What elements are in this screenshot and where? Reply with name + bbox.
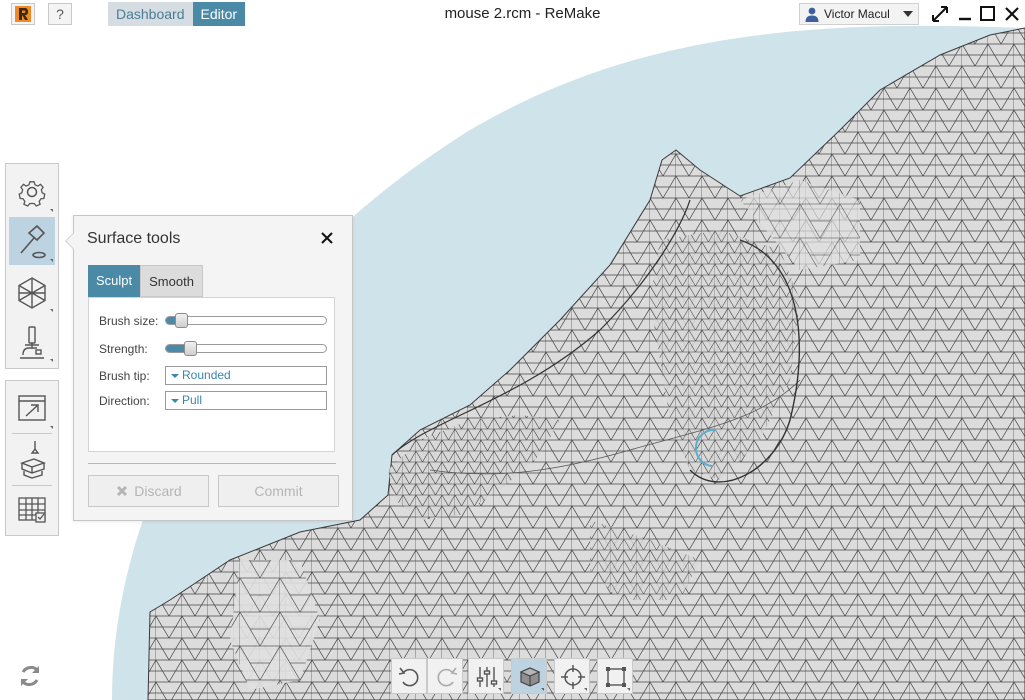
grid-table-icon xyxy=(18,497,46,523)
adjust-button[interactable] xyxy=(468,658,504,694)
undo-icon xyxy=(398,667,419,687)
export-tool-button[interactable] xyxy=(9,384,55,432)
brush-tip-label: Brush tip: xyxy=(99,369,150,383)
maximize-arrows-icon[interactable] xyxy=(930,4,950,24)
hammer-icon xyxy=(20,224,46,259)
tab-smooth[interactable]: Smooth xyxy=(140,265,203,297)
chevron-down-icon xyxy=(903,11,913,17)
3d-print-icon xyxy=(19,441,47,479)
settings-tool-button[interactable] xyxy=(9,167,55,215)
strength-label: Strength: xyxy=(99,342,148,356)
panel-divider xyxy=(88,463,336,464)
title-bar: ? Dashboard Editor mouse 2.rcm - ReMake … xyxy=(0,0,1025,30)
brush-tip-select[interactable]: Rounded xyxy=(165,366,327,385)
brush-size-thumb[interactable] xyxy=(174,313,188,328)
user-icon xyxy=(805,7,819,22)
export-window-icon xyxy=(18,395,46,421)
commit-label: Commit xyxy=(254,483,303,499)
caret-down-icon xyxy=(171,374,179,378)
display-mode-button[interactable] xyxy=(511,658,547,694)
x-mark-icon xyxy=(117,485,128,497)
restore-icon[interactable] xyxy=(978,4,998,24)
minimize-icon[interactable] xyxy=(955,4,975,24)
close-icon[interactable] xyxy=(1002,4,1022,24)
surface-tools-panel: Surface tools Sculpt Smooth Brush size: … xyxy=(65,215,353,521)
redo-icon xyxy=(437,667,458,687)
brush-tip-value: Rounded xyxy=(182,368,231,382)
analyze-tool-button[interactable] xyxy=(9,317,55,365)
microscope-icon xyxy=(20,326,44,359)
mesh-tool-button[interactable] xyxy=(9,267,55,315)
close-icon[interactable] xyxy=(319,230,335,246)
commit-button[interactable]: Commit xyxy=(218,475,339,507)
user-menu[interactable]: Victor Macul xyxy=(799,3,919,25)
left-toolbar-secondary xyxy=(5,380,59,536)
user-name: Victor Macul xyxy=(824,7,890,21)
undo-button[interactable] xyxy=(391,658,427,694)
tab-sculpt[interactable]: Sculpt xyxy=(88,265,141,297)
surface-tools-button[interactable] xyxy=(9,217,55,265)
brush-size-slider[interactable] xyxy=(165,313,327,328)
gear-icon xyxy=(18,181,46,207)
strength-thumb[interactable] xyxy=(183,341,197,356)
brush-size-label: Brush size: xyxy=(99,314,159,328)
print-tool-button[interactable] xyxy=(9,435,55,483)
panel-title: Surface tools xyxy=(87,230,181,247)
redo-button[interactable] xyxy=(427,658,463,694)
discard-button[interactable]: Discard xyxy=(88,475,209,507)
direction-label: Direction: xyxy=(99,394,150,408)
sync-icon[interactable] xyxy=(17,663,43,689)
hexagon-mesh-icon xyxy=(18,277,46,309)
discard-label: Discard xyxy=(134,483,182,499)
left-toolbar-primary xyxy=(5,163,59,369)
frame-button[interactable] xyxy=(597,658,633,694)
direction-select[interactable]: Pull xyxy=(165,391,327,410)
center-view-button[interactable] xyxy=(554,658,590,694)
caret-down-icon xyxy=(171,399,179,403)
sculpt-settings: Brush size: Strength: Brush tip: Rounded… xyxy=(88,297,335,452)
table-tool-button[interactable] xyxy=(9,486,55,534)
strength-slider[interactable] xyxy=(165,341,327,356)
direction-value: Pull xyxy=(182,393,203,407)
surface-tool-tabs: Sculpt Smooth xyxy=(88,265,203,297)
